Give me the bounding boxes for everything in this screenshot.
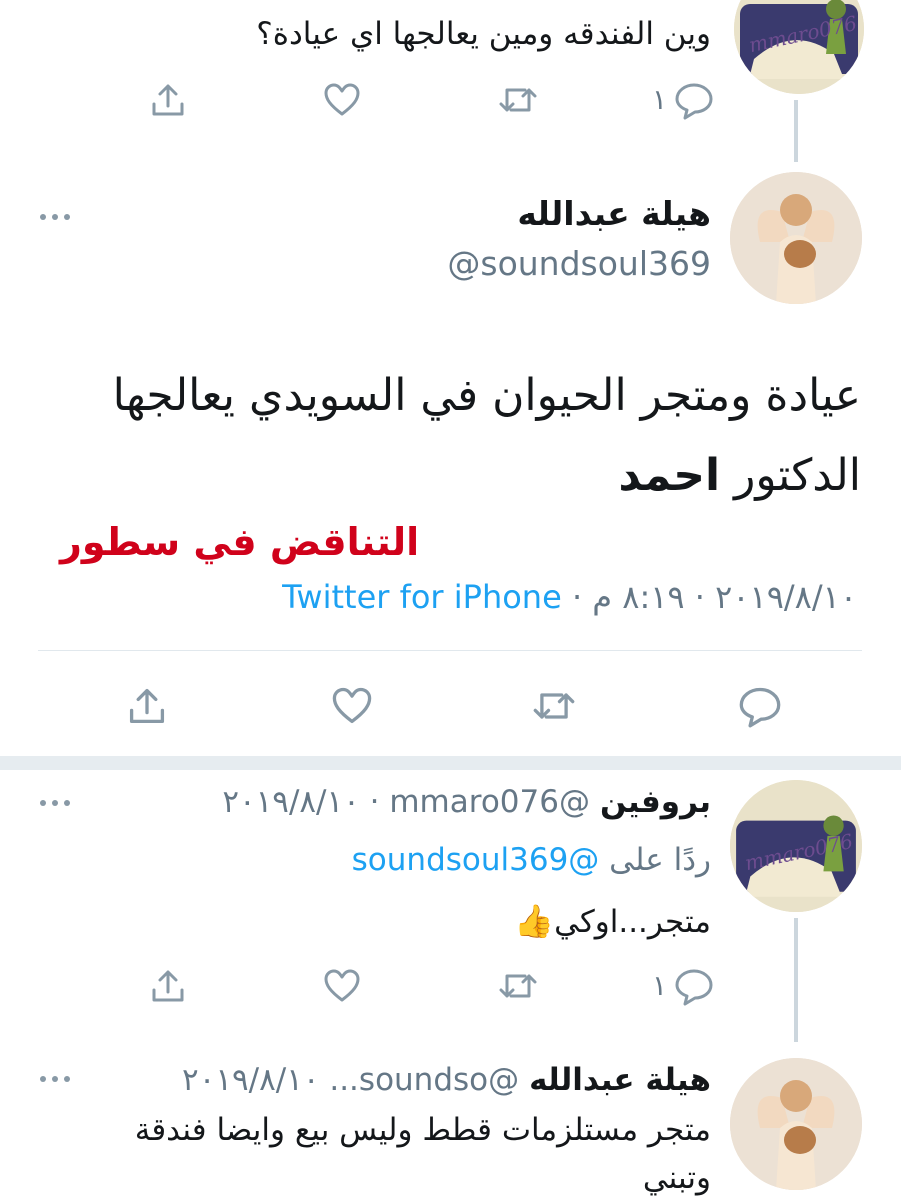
tweet-body-bold: احمد (618, 450, 721, 501)
retweet-icon (499, 88, 537, 112)
tweet-body-line: الدكتور احمد (618, 450, 861, 501)
source-link[interactable]: Twitter for iPhone (282, 578, 562, 616)
retweet-icon (533, 693, 575, 719)
tweet-body-text: الدكتور (720, 450, 861, 501)
replying-to-label: ردًا على (599, 842, 711, 878)
avatar[interactable] (730, 1058, 862, 1190)
avatar[interactable]: mmaro076 (730, 780, 862, 912)
heart-icon (324, 83, 360, 116)
tweet-body-text: متجر...اوكي (554, 904, 711, 940)
retweet-icon (499, 974, 537, 998)
reply-header: بروفين @mmaro076 · ٢٠١٩/٨/١٠ (222, 784, 711, 820)
thread-line (794, 918, 798, 1042)
more-dot (52, 214, 58, 220)
retweet-button[interactable] (497, 80, 539, 120)
more-dot (40, 1076, 46, 1082)
thumbs-up-icon: 👍 (514, 902, 555, 940)
display-name[interactable]: هيلة عبدالله (517, 194, 711, 233)
tweet-text: متجر مستلزمات قطط وليس بيع وايضا فندقة (134, 1112, 711, 1148)
divider (38, 650, 862, 651)
more-dot (52, 1076, 58, 1082)
more-dot (64, 800, 70, 806)
replying-to: ردًا على @soundsoul369 (352, 842, 711, 878)
retweet-button[interactable] (530, 684, 578, 728)
replying-to-handle[interactable]: @soundsoul369 (352, 842, 600, 878)
handle[interactable]: @soundsoul369 (447, 244, 711, 283)
more-options-button[interactable] (40, 1076, 70, 1082)
reply-header: هيلة عبدالله @soundso... ٢٠١٩/٨/١٠ (182, 1062, 711, 1098)
reply-count: ١ (652, 969, 668, 1002)
handle-date[interactable]: @soundso... ٢٠١٩/٨/١٠ (182, 1062, 519, 1098)
share-icon (152, 84, 184, 116)
reply-icon (675, 83, 713, 120)
display-name[interactable]: هيلة عبدالله (529, 1062, 711, 1098)
reply-button[interactable]: ١ (652, 966, 715, 1006)
avatar[interactable] (730, 172, 862, 304)
like-button[interactable] (322, 966, 362, 1006)
more-options-button[interactable] (40, 800, 70, 806)
reply-icon (739, 687, 781, 728)
like-button[interactable] (328, 684, 376, 728)
section-divider (0, 756, 901, 770)
like-button[interactable] (322, 80, 362, 120)
tweet-body-line: عيادة ومتجر الحيوان في السويدي يعالجها (112, 370, 861, 421)
timestamp-line: ٢٠١٩/٨/١٠ · ٨:١٩ م · Twitter for iPhone (282, 578, 857, 616)
handle-date[interactable]: @mmaro076 · ٢٠١٩/٨/١٠ (222, 784, 590, 820)
tweet-text: متجر...اوكي👍 (514, 902, 711, 940)
share-icon (129, 688, 165, 724)
thread-line (794, 100, 798, 162)
reply-count: ١ (652, 83, 668, 116)
annotation-text: التناقض في سطور (60, 520, 420, 564)
date-time: ٢٠١٩/٨/١٠ · ٨:١٩ م · (561, 578, 857, 616)
more-dot (64, 1076, 70, 1082)
tweet-text: وين الفندقه ومين يعالجها اي عيادة؟ (256, 16, 711, 52)
more-dot (52, 800, 58, 806)
tweet-text: وتبني (642, 1160, 711, 1196)
more-dot (64, 214, 70, 220)
more-dot (40, 214, 46, 220)
avatar-image (730, 1058, 862, 1190)
share-button[interactable] (124, 684, 170, 728)
more-options-button[interactable] (40, 214, 70, 220)
share-button[interactable] (148, 80, 188, 120)
reply-icon (675, 969, 713, 1006)
avatar-image (730, 172, 862, 304)
share-icon (152, 970, 184, 1002)
avatar[interactable]: mmaro076 (734, 0, 864, 94)
heart-icon (324, 969, 360, 1002)
share-button[interactable] (148, 966, 188, 1006)
heart-icon (332, 687, 372, 724)
reply-button[interactable]: ١ (652, 80, 715, 120)
more-dot (40, 800, 46, 806)
retweet-button[interactable] (497, 966, 539, 1006)
reply-button[interactable] (736, 684, 784, 728)
display-name[interactable]: بروفين (600, 784, 711, 820)
